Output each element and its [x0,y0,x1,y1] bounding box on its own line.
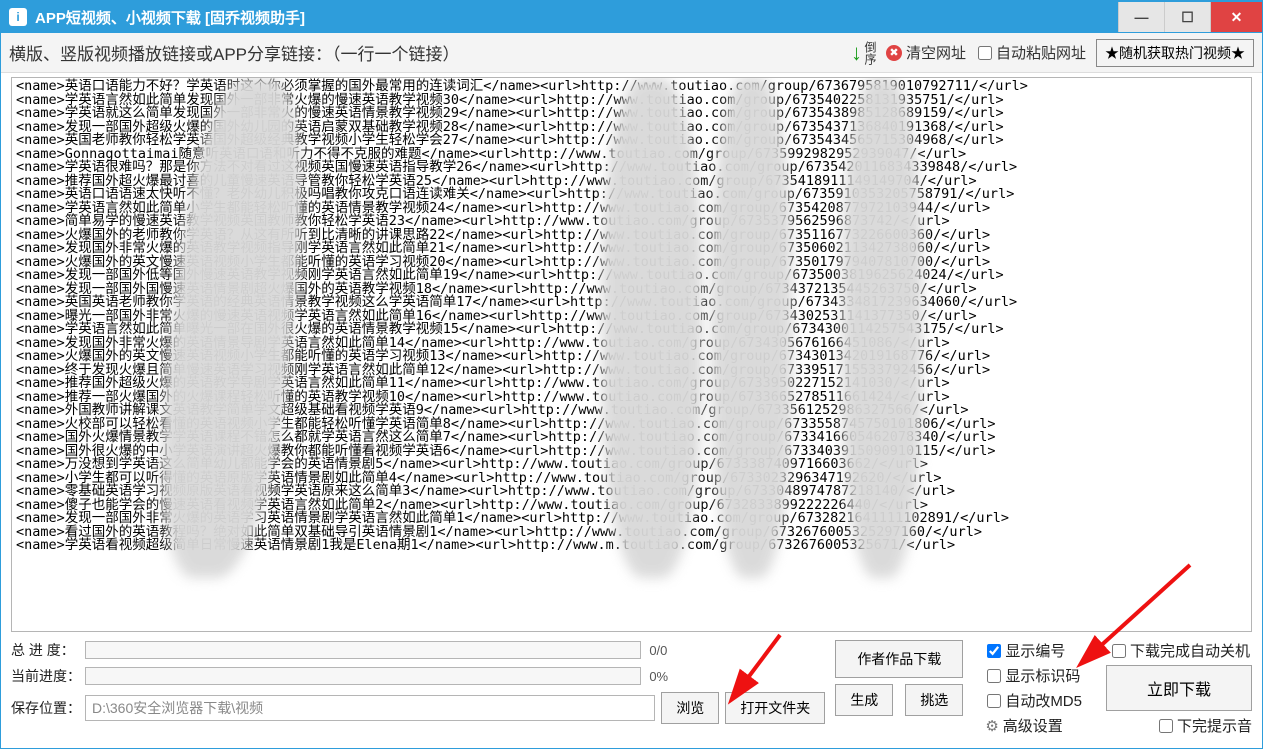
filter-button[interactable]: 挑选 [905,684,963,716]
maximize-button[interactable]: ☐ [1164,2,1210,32]
random-hot-video-button[interactable]: ★随机获取热门视频★ [1096,39,1254,67]
done-sound-checkbox[interactable]: 下完提示音 [1112,715,1252,736]
titlebar: i APP短视频、小视频下载 [固乔视频助手] — ☐ ✕ [1,1,1262,33]
show-idcode-checkbox[interactable]: 显示标识码 [987,665,1082,686]
download-now-button[interactable]: 立即下载 [1106,665,1252,711]
current-progress-label: 当前进度： [11,666,85,686]
auto-paste-checkbox[interactable]: 自动粘贴网址 [978,42,1086,63]
auto-md5-checkbox[interactable]: 自动改MD5 [987,690,1082,711]
url-textarea[interactable]: <name>英语口语能力不好？学英语时这个你必须掌握的国外最常用的连读词汇</n… [11,77,1252,632]
save-path-input[interactable] [85,695,655,721]
browse-button[interactable]: 浏览 [661,692,719,724]
auto-shutdown-checkbox[interactable]: 下载完成自动关机 [1112,640,1252,661]
input-hint: 横版、竖版视频播放链接或APP分享链接：（一行一个链接） [9,40,460,65]
close-button[interactable]: ✕ [1210,2,1262,32]
reverse-order-button[interactable]: ↓ 倒序 [851,40,876,66]
author-works-button[interactable]: 作者作品下载 [835,640,963,678]
total-progress-label: 总 进 度： [11,640,85,660]
window-title: APP短视频、小视频下载 [固乔视频助手] [35,7,305,28]
total-progress-bar [85,641,641,659]
clear-icon: ✖ [886,45,902,61]
open-folder-button[interactable]: 打开文件夹 [725,692,825,724]
minimize-button[interactable]: — [1118,2,1164,32]
total-progress-value: 0/0 [641,643,685,658]
bottom-panel: 总 进 度： 0/0 当前进度： 0% 保存位置： 浏览 打开文件夹 [1,632,1262,748]
arrow-down-icon: ↓ [851,40,862,66]
current-progress-bar [85,667,641,685]
gear-icon: ⚙ [985,717,998,735]
save-path-label: 保存位置： [11,698,85,718]
current-progress-value: 0% [641,669,685,684]
app-icon: i [9,8,27,26]
clear-urls-button[interactable]: ✖ 清空网址 [886,42,966,63]
show-number-checkbox[interactable]: 显示编号 [987,640,1082,661]
generate-button[interactable]: 生成 [835,684,893,716]
advanced-settings-button[interactable]: ⚙高级设置 [985,715,1082,736]
toolbar: 横版、竖版视频播放链接或APP分享链接：（一行一个链接） ↓ 倒序 ✖ 清空网址… [1,33,1262,73]
